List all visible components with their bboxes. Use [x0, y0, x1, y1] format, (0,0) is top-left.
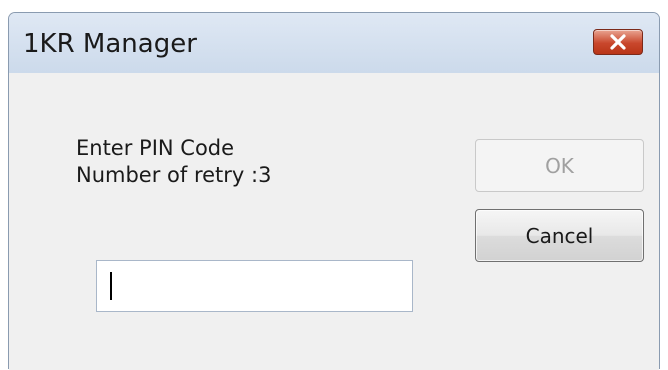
- pin-input[interactable]: [96, 260, 413, 312]
- text-caret: [110, 272, 112, 300]
- cancel-button[interactable]: Cancel: [475, 209, 644, 262]
- pin-prompt: Enter PIN Code Number of retry :3: [76, 135, 271, 189]
- ok-button[interactable]: OK: [475, 139, 644, 192]
- retry-count-label: Number of retry :3: [76, 163, 272, 187]
- window-title: 1KR Manager: [23, 29, 197, 59]
- close-button[interactable]: [593, 29, 643, 55]
- title-bar[interactable]: 1KR Manager: [9, 13, 659, 73]
- dialog-body: Enter PIN Code Number of retry :3 OK Can…: [9, 73, 659, 370]
- prompt-label: Enter PIN Code: [76, 136, 235, 160]
- pin-dialog: 1KR Manager Enter PIN Code Number of ret…: [8, 12, 660, 370]
- close-icon: [610, 34, 626, 50]
